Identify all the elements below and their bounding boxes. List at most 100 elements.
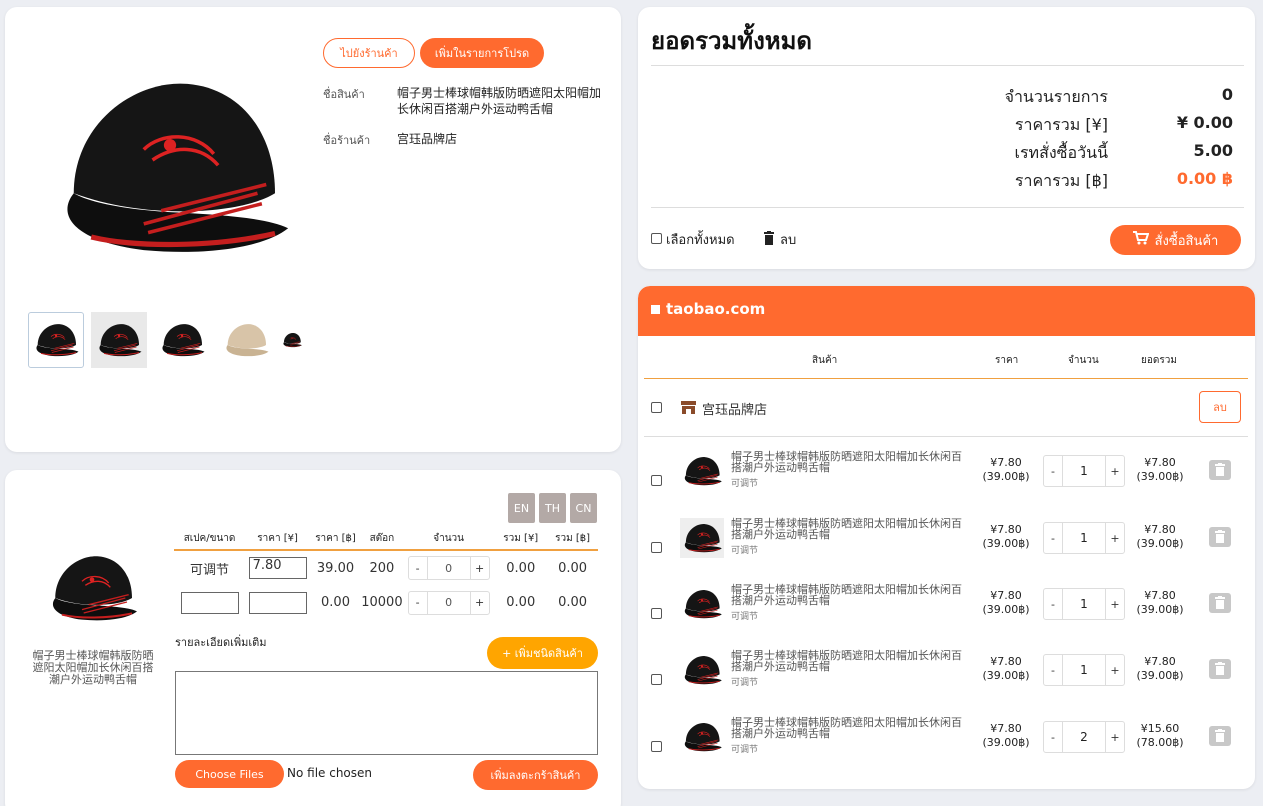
shop-delete-button[interactable]: ลบ [1199,391,1241,423]
cart-item-row: 帽子男士棒球帽韩版防晒遮阳太阳帽加长休闲百搭潮户外运动鸭舌帽 可调节 ¥7.80 (3… [638,584,1255,650]
increment-button[interactable]: + [1106,655,1124,685]
item-image[interactable] [680,584,724,624]
trash-icon [1214,596,1226,610]
decrement-button[interactable]: - [1044,523,1062,553]
item-delete-button[interactable] [1209,593,1231,613]
item-image[interactable] [680,451,724,491]
item-variant: 可调节 [731,745,759,755]
product-name-label: ชื่อสินค้า [323,88,365,101]
cart-item-row: 帽子男士棒球帽韩版防晒遮阳太阳帽加长休闲百搭潮户外运动鸭舌帽 可调节 ¥7.80 (3… [638,518,1255,584]
item-delete-button[interactable] [1209,659,1231,679]
increment-button[interactable]: + [471,557,489,579]
price-baht: 0.00 [321,595,350,610]
thumbnail-1[interactable] [28,312,84,368]
item-image[interactable] [680,518,724,558]
item-quantity[interactable]: 1 [1062,523,1106,553]
item-name[interactable]: 帽子男士棒球帽韩版防晒遮阳太阳帽加长休闲百搭潮户外运动鸭舌帽 [731,451,969,473]
item-name[interactable]: 帽子男士棒球帽韩版防晒遮阳太阳帽加长休闲百搭潮户外运动鸭舌帽 [731,717,969,739]
item-quantity-stepper[interactable]: -2 + [1043,721,1125,753]
place-order-button[interactable]: สั่งซื้อสินค้า [1110,225,1241,255]
summary-label: ราคารวม [฿] [1014,171,1108,190]
decrement-button[interactable]: - [409,557,427,579]
col-qty: จำนวน [1068,355,1099,366]
spec-input[interactable] [180,591,239,614]
increment-button[interactable]: + [471,592,489,614]
summary-value: 0 [1221,85,1233,104]
thumbnail-4[interactable] [218,312,274,368]
item-quantity-stepper[interactable]: -1 + [1043,588,1125,620]
item-checkbox[interactable] [651,475,662,486]
col-total-yen: รวม [¥] [494,528,548,551]
quantity-value[interactable]: 0 [426,591,471,614]
go-to-shop-button[interactable]: ไปยังร้านค้า [323,38,415,68]
summary-card: ยอดรวมทั้งหมด จำนวนรายการ 0 ราคารวม [¥] … [638,7,1255,269]
item-total: ¥15.60 (78.00฿) [1130,722,1190,750]
item-name[interactable]: 帽子男士棒球帽韩版防晒遮阳太阳帽加长休闲百搭潮户外运动鸭舌帽 [731,650,969,672]
item-quantity-stepper[interactable]: -1 + [1043,654,1125,686]
item-name[interactable]: 帽子男士棒球帽韩版防晒遮阳太阳帽加长休闲百搭潮户外运动鸭舌帽 [731,518,969,540]
quantity-stepper[interactable]: - 0 + [407,590,490,615]
decrement-button[interactable]: - [1044,456,1062,486]
trash-icon[interactable] [763,230,775,249]
details-textarea[interactable] [175,671,598,755]
item-total: ¥7.80 (39.00฿) [1130,655,1190,683]
item-total-baht: (39.00฿) [1136,603,1184,616]
add-variant-button[interactable]: + เพิ่มชนิดสินค้า [487,637,598,669]
item-image[interactable] [680,650,724,690]
summary-row-total-baht: ราคารวม [฿] 0.00 ฿ [908,169,1233,194]
item-quantity[interactable]: 1 [1062,456,1106,486]
item-price-yen: ¥7.80 [990,523,1022,536]
item-quantity-stepper[interactable]: -1 + [1043,455,1125,487]
item-image[interactable] [680,717,724,757]
decrement-button[interactable]: - [1044,589,1062,619]
item-total: ¥7.80 (39.00฿) [1130,589,1190,617]
item-quantity[interactable]: 1 [1062,589,1106,619]
increment-button[interactable]: + [1106,589,1124,619]
item-quantity[interactable]: 1 [1062,655,1106,685]
increment-button[interactable]: + [1106,456,1124,486]
item-total-yen: ¥7.80 [1144,589,1176,602]
delete-selected-link[interactable]: ลบ [780,229,796,250]
decrement-button[interactable]: - [1044,722,1062,752]
decrement-button[interactable]: - [1044,655,1062,685]
item-price-baht: (39.00฿) [982,736,1030,749]
price-yen-input[interactable] [248,591,307,614]
item-quantity-stepper[interactable]: -1 + [1043,522,1125,554]
thumbnail-5[interactable] [281,312,303,368]
increment-button[interactable]: + [1106,722,1124,752]
item-checkbox[interactable] [651,542,662,553]
summary-label: เรทสั่งซื้อวันนี้ [1014,143,1108,162]
quantity-stepper[interactable]: - 0 + [407,556,490,580]
summary-title: ยอดรวมทั้งหมด [651,27,813,55]
select-all-checkbox[interactable] [651,233,662,244]
decrement-button[interactable]: - [409,592,427,614]
choose-files-button[interactable]: Choose Files [175,760,284,788]
shop-name-value: 宫珏品牌店 [397,132,458,146]
lang-en-button[interactable]: EN [508,493,535,523]
add-to-cart-button[interactable]: เพิ่มลงตะกร้าสินค้า [473,760,598,790]
shop-checkbox[interactable] [651,402,662,413]
lang-cn-button[interactable]: CN [570,493,597,523]
item-variant: 可调节 [731,546,759,556]
item-delete-button[interactable] [1209,527,1231,547]
increment-button[interactable]: + [1106,523,1124,553]
thumbnail-3[interactable] [154,312,210,368]
price-yen-input[interactable]: 7.80 [248,557,307,579]
item-checkbox[interactable] [651,674,662,685]
item-variant: 可调节 [731,479,759,489]
total-yen: 0.00 [506,560,536,576]
item-quantity[interactable]: 2 [1062,722,1106,752]
spec-table: สเปค/ขนาด ราคา [¥] ราคา [฿] สต๊อก จำนวน … [174,528,598,620]
lang-th-button[interactable]: TH [539,493,566,523]
item-name[interactable]: 帽子男士棒球帽韩版防晒遮阳太阳帽加长休闲百搭潮户外运动鸭舌帽 [731,584,969,606]
item-delete-button[interactable] [1209,726,1231,746]
add-to-favorites-button[interactable]: เพิ่มในรายการโปรด [420,38,544,68]
quantity-value[interactable]: 0 [426,557,471,579]
item-checkbox[interactable] [651,741,662,752]
summary-row-rate: เรทสั่งซื้อวันนี้ 5.00 [908,141,1233,166]
item-total-baht: (39.00฿) [1136,669,1184,682]
item-checkbox[interactable] [651,608,662,619]
item-delete-button[interactable] [1209,460,1231,480]
thumbnail-2[interactable] [91,312,147,368]
cart-item-row: 帽子男士棒球帽韩版防晒遮阳太阳帽加长休闲百搭潮户外运动鸭舌帽 可调节 ¥7.80 (3… [638,717,1255,783]
